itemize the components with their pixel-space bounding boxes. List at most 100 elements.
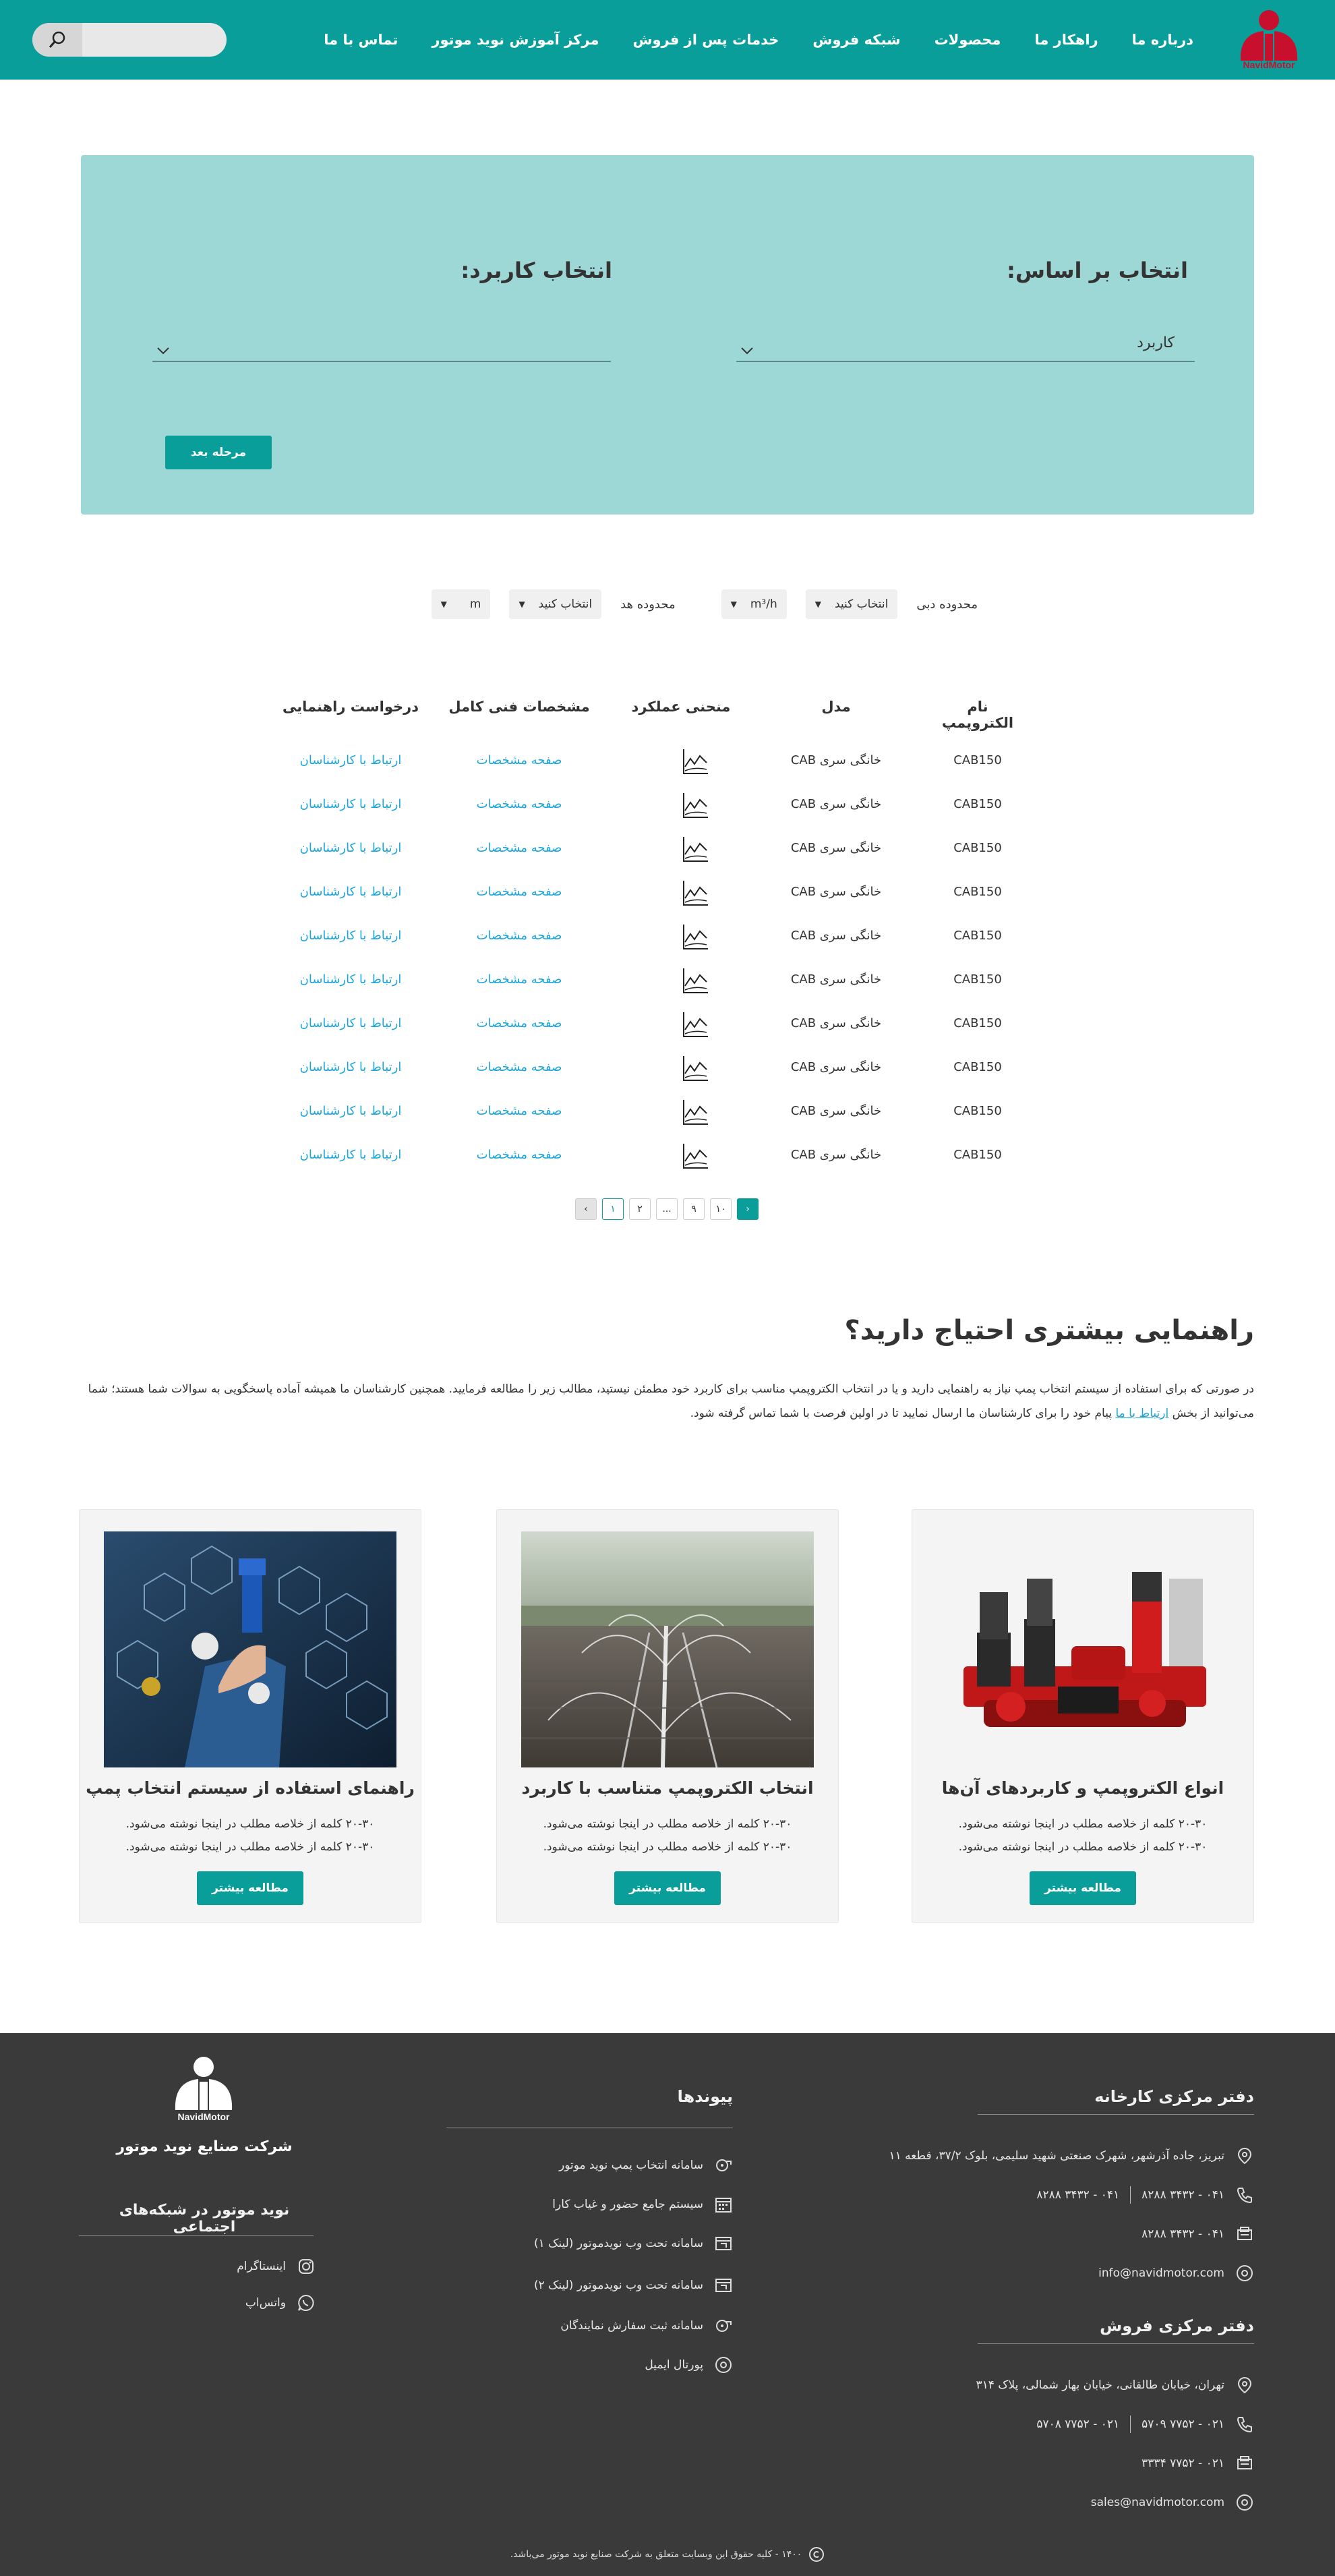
spec-page-link[interactable]: صفحه مشخصات xyxy=(432,1104,607,1118)
spec-page-link[interactable]: صفحه مشخصات xyxy=(432,841,607,855)
sales-phone-2[interactable]: ۰۲۱ - ۷۷۵۲ ۵۷۰۸ xyxy=(1036,2418,1119,2431)
pump-model: خانگی سری CAB xyxy=(790,929,882,943)
footer-link-email-portal[interactable]: پورتال ایمیل xyxy=(645,2355,733,2374)
factory-email-link[interactable]: info@navidmotor.com xyxy=(1098,2266,1224,2280)
social-whatsapp-label: واتس‌اپ xyxy=(245,2296,286,2310)
read-more-button[interactable]: مطالعه بیشتر xyxy=(1030,1871,1136,1905)
header-performance-curve: منحنی عملکرد xyxy=(631,699,731,715)
factory-phone-1[interactable]: ۰۴۱ - ۳۴۳۲ ۸۲۸۸ xyxy=(1141,2188,1224,2202)
nav-sales-network[interactable]: شبکه فروش xyxy=(812,32,900,48)
sales-fax-number: ۰۲۱ - ۷۷۵۲ ۳۳۳۴ xyxy=(1141,2457,1224,2470)
page-1[interactable]: ۱ xyxy=(602,1198,624,1220)
logo-text: NavidMotor xyxy=(1243,59,1295,70)
basis-dropdown-value: کاربرد xyxy=(1137,334,1175,351)
footer-link-attendance[interactable]: سیستم جامع حضور و غیاب کارا xyxy=(552,2195,733,2214)
at-sign-icon xyxy=(715,2357,732,2373)
nav-contact[interactable]: تماس با ما xyxy=(324,32,398,48)
spec-page-link[interactable]: صفحه مشخصات xyxy=(432,929,607,943)
footer-link-web-1[interactable]: سامانه تحت وب نویدموتور (لینک ۱) xyxy=(534,2234,733,2253)
pump-name: CAB150 xyxy=(953,885,1002,899)
search-button[interactable] xyxy=(32,23,82,57)
performance-curve-icon[interactable] xyxy=(680,747,711,778)
logo-mark-icon xyxy=(1240,10,1298,61)
nav-products[interactable]: محصولات xyxy=(934,32,1001,48)
card-summary-line: ۲۰-۳۰ کلمه از خلاصه مطلب در اینجا نوشته … xyxy=(543,1817,792,1831)
contact-experts-link[interactable]: ارتباط با کارشناسان xyxy=(263,1148,438,1162)
contact-experts-link[interactable]: ارتباط با کارشناسان xyxy=(263,797,438,811)
spec-page-link[interactable]: صفحه مشخصات xyxy=(432,1016,607,1030)
table-row: CAB150 خانگی سری CAB صفحه مشخصات ارتباط با … xyxy=(263,958,1072,1001)
next-step-button[interactable]: مرحله بعد xyxy=(165,436,272,469)
performance-curve-icon[interactable] xyxy=(680,1053,711,1084)
sales-phones: ۰۲۱ - ۷۷۵۲ ۵۷۰۹ ۰۲۱ - ۷۷۵۲ ۵۷۰۸ xyxy=(1036,2415,1254,2434)
flow-range-select[interactable]: انتخاب کنید ▼ xyxy=(805,589,898,619)
contact-experts-link[interactable]: ارتباط با کارشناسان xyxy=(263,929,438,943)
search-input[interactable] xyxy=(82,23,227,57)
spec-page-link[interactable]: صفحه مشخصات xyxy=(432,1060,607,1074)
divider xyxy=(978,2114,1254,2115)
factory-phone-2[interactable]: ۰۴۱ - ۳۴۳۲ ۸۲۸۸ xyxy=(1036,2188,1119,2202)
sales-address: تهران، خیابان طالقانی، خیابان بهار شمالی… xyxy=(976,2376,1255,2395)
social-instagram[interactable]: اینستاگرام xyxy=(237,2257,316,2276)
performance-curve-icon[interactable] xyxy=(680,1009,711,1041)
site-footer: دفتر مرکزی کارخانه تبریز، جاده آذرشهر، ش… xyxy=(0,2033,1335,2576)
performance-curve-icon[interactable] xyxy=(680,834,711,865)
footer-link-web-2[interactable]: سامانه تحت وب نویدموتور (لینک ۲) xyxy=(534,2276,733,2295)
performance-curve-icon[interactable] xyxy=(680,1097,711,1128)
flow-unit-value: m³/h xyxy=(750,597,777,611)
prev-page-button[interactable]: ‹ xyxy=(575,1198,597,1220)
page-10[interactable]: ۱۰ xyxy=(710,1198,732,1220)
footer-link-label: پورتال ایمیل xyxy=(645,2358,703,2372)
performance-curve-icon[interactable] xyxy=(680,878,711,909)
site-logo[interactable]: NavidMotor xyxy=(1237,7,1301,74)
footer-logo[interactable]: NavidMotor xyxy=(171,2053,236,2122)
performance-curve-icon[interactable] xyxy=(680,922,711,953)
spec-page-link[interactable]: صفحه مشخصات xyxy=(432,1148,607,1162)
divider xyxy=(79,2235,314,2236)
contact-experts-link[interactable]: ارتباط با کارشناسان xyxy=(263,841,438,855)
flow-unit-select[interactable]: m³/h ▼ xyxy=(721,589,787,619)
contact-experts-link[interactable]: ارتباط با کارشناسان xyxy=(263,1104,438,1118)
card-summary-line: ۲۰-۳۰ کلمه از خلاصه مطلب در اینجا نوشته … xyxy=(125,1817,375,1831)
logo-mark-icon xyxy=(175,2057,233,2110)
contact-experts-link[interactable]: ارتباط با کارشناسان xyxy=(263,1060,438,1074)
separator xyxy=(1130,2416,1131,2433)
performance-curve-icon[interactable] xyxy=(680,966,711,997)
contact-experts-link[interactable]: ارتباط با کارشناسان xyxy=(263,1016,438,1030)
spec-page-link[interactable]: صفحه مشخصات xyxy=(432,753,607,767)
contact-us-link[interactable]: ارتباط با ما xyxy=(1115,1407,1168,1420)
nav-after-sales[interactable]: خدمات پس از فروش xyxy=(632,32,779,48)
read-more-button[interactable]: مطالعه بیشتر xyxy=(197,1871,303,1905)
social-title: نوید موتور در شبکه‌های اجتماعی xyxy=(119,2202,290,2235)
sales-phone-1[interactable]: ۰۲۱ - ۷۷۵۲ ۵۷۰۹ xyxy=(1141,2418,1224,2431)
performance-curve-icon[interactable] xyxy=(680,1141,711,1172)
sales-email-link[interactable]: sales@navidmotor.com xyxy=(1091,2496,1224,2509)
spec-page-link[interactable]: صفحه مشخصات xyxy=(432,972,607,987)
nav-training-center[interactable]: مرکز آموزش نوید موتور xyxy=(432,32,599,48)
social-whatsapp[interactable]: واتس‌اپ xyxy=(245,2293,316,2312)
spec-page-link[interactable]: صفحه مشخصات xyxy=(432,885,607,899)
company-name: شرکت صنایع نوید موتور xyxy=(116,2138,293,2155)
head-range-select[interactable]: انتخاب کنید ▼ xyxy=(509,589,602,619)
pump-model: خانگی سری CAB xyxy=(790,1060,882,1074)
table-row: CAB150 خانگی سری CAB صفحه مشخصات ارتباط با … xyxy=(263,1089,1072,1133)
contact-experts-link[interactable]: ارتباط با کارشناسان xyxy=(263,753,438,767)
contact-experts-link[interactable]: ارتباط با کارشناسان xyxy=(263,885,438,899)
contact-experts-link[interactable]: ارتباط با کارشناسان xyxy=(263,972,438,987)
sales-email: sales@navidmotor.com xyxy=(1091,2493,1254,2512)
pump-name: CAB150 xyxy=(953,841,1002,855)
caret-down-icon: ▼ xyxy=(814,599,821,609)
footer-link-pump-selection[interactable]: سامانه انتخاب پمپ نوید موتور xyxy=(559,2156,733,2175)
spec-page-link[interactable]: صفحه مشخصات xyxy=(432,797,607,811)
nav-solutions[interactable]: راهکار ما xyxy=(1034,32,1098,48)
page-9[interactable]: ۹ xyxy=(683,1198,705,1220)
table-row: CAB150 خانگی سری CAB صفحه مشخصات ارتباط با … xyxy=(263,1133,1072,1177)
performance-curve-icon[interactable] xyxy=(680,790,711,821)
page-2[interactable]: ۲ xyxy=(629,1198,651,1220)
footer-link-orders[interactable]: سامانه ثبت سفارش نمایندگان xyxy=(560,2316,733,2335)
pump-name: CAB150 xyxy=(953,797,1002,811)
head-unit-select[interactable]: m ▼ xyxy=(431,589,491,619)
nav-about[interactable]: درباره ما xyxy=(1132,32,1193,48)
read-more-button[interactable]: مطالعه بیشتر xyxy=(614,1871,721,1905)
next-page-button[interactable]: › xyxy=(737,1198,759,1220)
